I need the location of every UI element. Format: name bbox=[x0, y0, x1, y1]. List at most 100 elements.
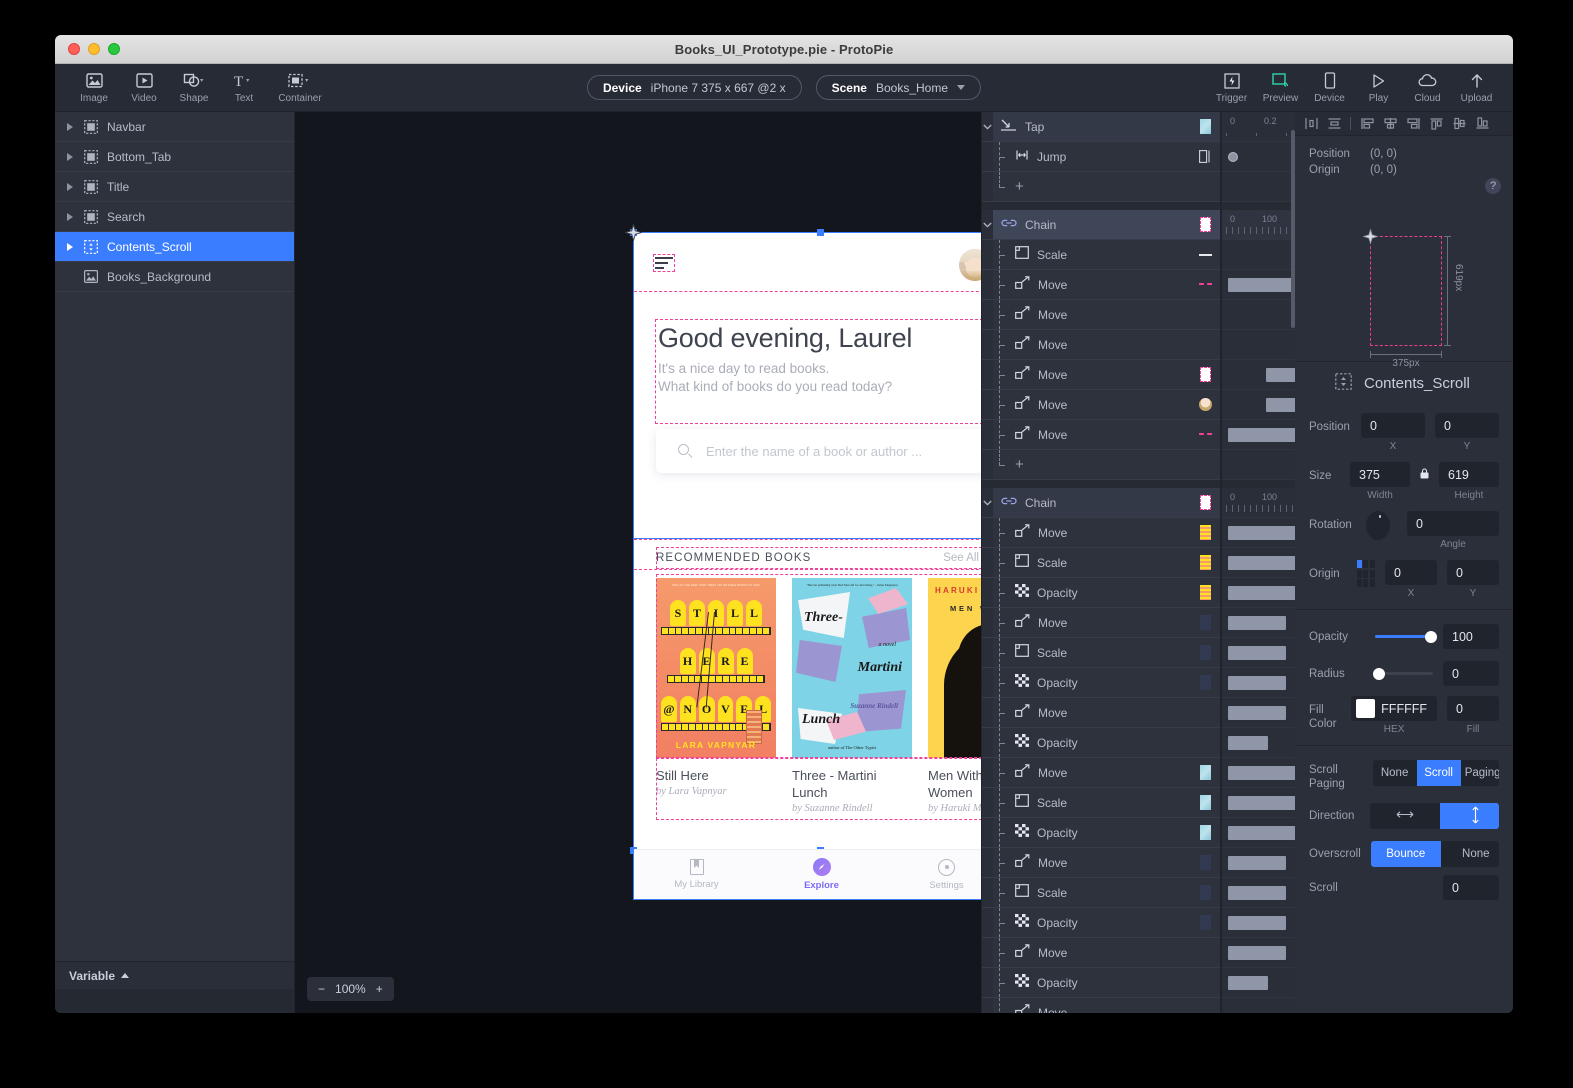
position-y-input[interactable]: 0 bbox=[1435, 413, 1499, 438]
track-row-move[interactable] bbox=[1222, 848, 1295, 878]
track-bar[interactable] bbox=[1228, 586, 1295, 600]
origin-x-input[interactable]: 0 bbox=[1385, 560, 1437, 585]
origin-y-input[interactable]: 0 bbox=[1447, 560, 1499, 585]
track-row-move[interactable] bbox=[1222, 270, 1295, 300]
action-row-scale[interactable]: Scale bbox=[982, 548, 1220, 578]
track-bar[interactable] bbox=[1228, 916, 1286, 930]
track-bar[interactable] bbox=[1228, 428, 1295, 442]
opacity-input[interactable]: 100 bbox=[1443, 624, 1499, 649]
track-bar[interactable] bbox=[1228, 736, 1268, 750]
action-row-move[interactable]: Move bbox=[982, 330, 1220, 360]
distribute-horizontal-icon[interactable] bbox=[1301, 115, 1321, 133]
preview-button[interactable]: Preview bbox=[1256, 66, 1305, 110]
track-bar[interactable] bbox=[1228, 556, 1295, 570]
track-row-scale[interactable] bbox=[1222, 638, 1295, 668]
fill-opacity-input[interactable]: 0 bbox=[1447, 696, 1499, 721]
opacity-slider[interactable] bbox=[1375, 630, 1437, 643]
overscroll-option-bounce[interactable]: Bounce bbox=[1370, 841, 1441, 867]
track-row-scale[interactable] bbox=[1222, 878, 1295, 908]
align-center-horizontal-icon[interactable] bbox=[1380, 115, 1400, 133]
position-x-input[interactable]: 0 bbox=[1361, 413, 1425, 438]
tab-my-library[interactable]: My Library bbox=[634, 850, 759, 899]
timeline-tracks[interactable]: 0 0.2 0 100 0 100 bbox=[1221, 112, 1295, 1013]
action-row-move[interactable]: Move bbox=[982, 270, 1220, 300]
action-row-scale[interactable]: Scale bbox=[982, 240, 1220, 270]
action-row-add[interactable]: + bbox=[982, 450, 1220, 480]
track-bar[interactable] bbox=[1228, 856, 1286, 870]
insert-text-button[interactable]: T Text bbox=[219, 66, 269, 110]
action-row-move[interactable]: Move bbox=[982, 300, 1220, 330]
track-row-scale[interactable] bbox=[1222, 788, 1295, 818]
track-row-opacity[interactable] bbox=[1222, 578, 1295, 608]
play-button[interactable]: Play bbox=[1354, 66, 1403, 110]
rotation-angle-input[interactable]: 0 bbox=[1407, 511, 1499, 536]
action-row-opacity[interactable]: Opacity bbox=[982, 908, 1220, 938]
track-row-move[interactable] bbox=[1222, 518, 1295, 548]
track-bar[interactable] bbox=[1228, 526, 1295, 540]
track-bar[interactable] bbox=[1228, 946, 1286, 960]
insert-shape-button[interactable]: Shape bbox=[169, 66, 219, 110]
track-row-jump[interactable] bbox=[1222, 142, 1295, 172]
action-row-opacity[interactable]: Opacity bbox=[982, 968, 1220, 998]
book-card[interactable]: ONE OF THE NEW YORK TIMES 100 NOTABLE BO… bbox=[656, 578, 776, 797]
action-row-move[interactable]: Move bbox=[982, 608, 1220, 638]
disclosure-triangle-icon[interactable] bbox=[65, 242, 75, 251]
sidebar-item-search[interactable]: Search bbox=[55, 202, 294, 232]
scroll-paging-option-scroll[interactable]: Scroll bbox=[1416, 760, 1461, 786]
scroll-input[interactable]: 0 bbox=[1443, 875, 1499, 900]
help-icon[interactable]: ? bbox=[1485, 178, 1501, 194]
action-row-scale[interactable]: Scale bbox=[982, 638, 1220, 668]
track-row-move[interactable] bbox=[1222, 390, 1295, 420]
direction-option-vertical[interactable] bbox=[1440, 803, 1499, 829]
track-row-move[interactable] bbox=[1222, 360, 1295, 390]
insert-video-button[interactable]: Video bbox=[119, 66, 169, 110]
scroll-paging-option-paging[interactable]: Paging bbox=[1460, 760, 1499, 786]
book-card[interactable]: "Here he publishing what Mad Men did for… bbox=[792, 578, 912, 814]
track-bar[interactable] bbox=[1228, 796, 1295, 810]
align-left-icon[interactable] bbox=[1357, 115, 1377, 133]
tab-explore[interactable]: Explore bbox=[759, 850, 884, 899]
zoom-out-button[interactable]: − bbox=[318, 982, 325, 996]
device-selector[interactable]: Device iPhone 7 375 x 667 @2 x bbox=[586, 75, 802, 100]
disclosure-triangle-icon[interactable] bbox=[65, 122, 75, 131]
interaction-group-tap[interactable]: Tap bbox=[982, 112, 1220, 142]
hamburger-menu-icon[interactable] bbox=[653, 254, 675, 272]
action-row-jump[interactable]: Jump bbox=[982, 142, 1220, 172]
track-row-move[interactable] bbox=[1222, 608, 1295, 638]
track-bar[interactable] bbox=[1228, 646, 1286, 660]
interaction-group-chain-1[interactable]: Chain bbox=[982, 210, 1220, 240]
sidebar-item-navbar[interactable]: Navbar bbox=[55, 112, 294, 142]
track-row-scale[interactable] bbox=[1222, 240, 1295, 270]
track-row-move[interactable] bbox=[1222, 420, 1295, 450]
overscroll-segmented-control[interactable]: Bounce None bbox=[1370, 841, 1499, 867]
radius-input[interactable]: 0 bbox=[1443, 661, 1499, 686]
scene-selector[interactable]: Scene Books_Home bbox=[815, 75, 982, 100]
alignment-toolbar[interactable] bbox=[1295, 112, 1513, 136]
align-top-icon[interactable] bbox=[1426, 115, 1446, 133]
align-right-icon[interactable] bbox=[1403, 115, 1423, 133]
track-row-opacity[interactable] bbox=[1222, 728, 1295, 758]
track-row-move[interactable] bbox=[1222, 938, 1295, 968]
chevron-up-icon[interactable] bbox=[121, 973, 130, 978]
interaction-panel[interactable]: Tap Jump + Chain Scale Move Move Move Mo… bbox=[981, 112, 1221, 1013]
align-bottom-icon[interactable] bbox=[1472, 115, 1492, 133]
action-row-add[interactable]: + bbox=[982, 172, 1220, 202]
track-bar[interactable] bbox=[1228, 766, 1295, 780]
direction-segmented-control[interactable] bbox=[1370, 803, 1499, 829]
action-row-opacity[interactable]: Opacity bbox=[982, 578, 1220, 608]
action-row-move[interactable]: Move bbox=[982, 390, 1220, 420]
action-row-move[interactable]: Move bbox=[982, 998, 1220, 1013]
disclosure-triangle-icon[interactable] bbox=[65, 182, 75, 191]
action-row-move[interactable]: Move bbox=[982, 698, 1220, 728]
artboard-books-home[interactable]: Good evening, Laurel It's a nice day to … bbox=[623, 222, 1048, 900]
track-bar[interactable] bbox=[1228, 976, 1268, 990]
canvas-area[interactable]: Good evening, Laurel It's a nice day to … bbox=[295, 112, 1048, 1013]
track-row-opacity[interactable] bbox=[1222, 818, 1295, 848]
track-row-move[interactable] bbox=[1222, 698, 1295, 728]
device-button[interactable]: Device bbox=[1305, 66, 1354, 110]
group-collapse-toggle[interactable] bbox=[982, 488, 993, 517]
track-bar[interactable] bbox=[1228, 616, 1286, 630]
aspect-lock-icon[interactable] bbox=[1420, 462, 1429, 479]
action-row-opacity[interactable]: Opacity bbox=[982, 818, 1220, 848]
trigger-button[interactable]: Trigger bbox=[1207, 66, 1256, 110]
